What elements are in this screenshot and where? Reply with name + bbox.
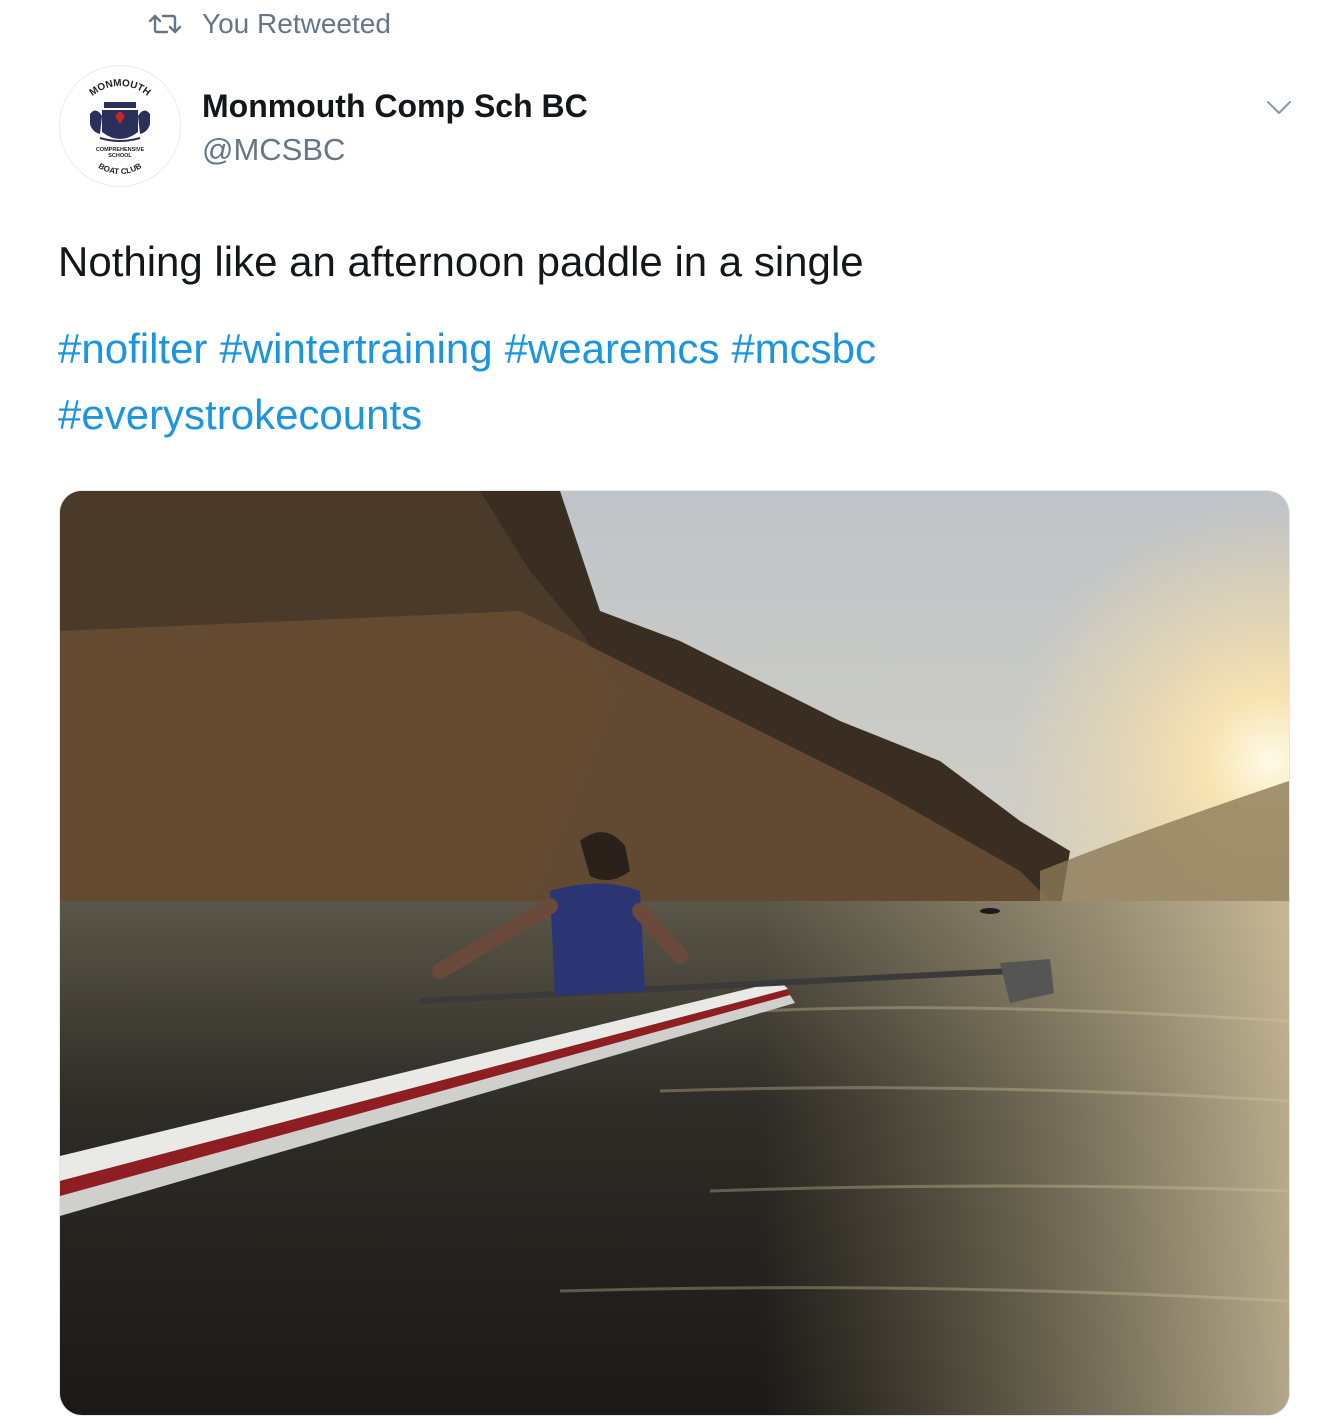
photo-rower-single-scull-river-sunset bbox=[60, 491, 1289, 1415]
retweet-context: You Retweeted bbox=[148, 6, 391, 42]
hashtag-list: #nofilter #wintertraining #wearemcs #mcsbc #… bbox=[58, 316, 1288, 448]
author-handle[interactable]: @MCSBC bbox=[202, 132, 345, 168]
tweet-text: Nothing like an afternoon paddle in a si… bbox=[58, 238, 864, 285]
club-crest-logo: MONMOUTH COMPREHENSIVE SCHOOL BOAT CLUB bbox=[88, 78, 153, 176]
svg-text:MONMOUTH: MONMOUTH bbox=[88, 78, 153, 99]
retweet-icon bbox=[148, 14, 182, 34]
hashtag-link[interactable]: #wintertraining bbox=[219, 325, 492, 372]
hashtag-link[interactable]: #everystrokecounts bbox=[58, 391, 422, 438]
retweet-label: You Retweeted bbox=[202, 8, 391, 39]
logo-text-mid2: SCHOOL bbox=[108, 153, 132, 159]
logo-text-bottom: BOAT CLUB bbox=[97, 161, 143, 176]
hashtag-link[interactable]: #wearemcs bbox=[505, 325, 720, 372]
tweet-photo[interactable] bbox=[60, 491, 1289, 1415]
author-name[interactable]: Monmouth Comp Sch BC bbox=[202, 88, 588, 125]
logo-text-top: MONMOUTH bbox=[88, 78, 153, 99]
svg-text:BOAT CLUB: BOAT CLUB bbox=[97, 161, 143, 176]
chevron-down-icon[interactable] bbox=[1264, 96, 1294, 118]
hashtag-link[interactable]: #mcsbc bbox=[731, 325, 876, 372]
hashtag-link[interactable]: #nofilter bbox=[58, 325, 207, 372]
avatar[interactable]: MONMOUTH COMPREHENSIVE SCHOOL BOAT CLUB bbox=[60, 66, 180, 186]
